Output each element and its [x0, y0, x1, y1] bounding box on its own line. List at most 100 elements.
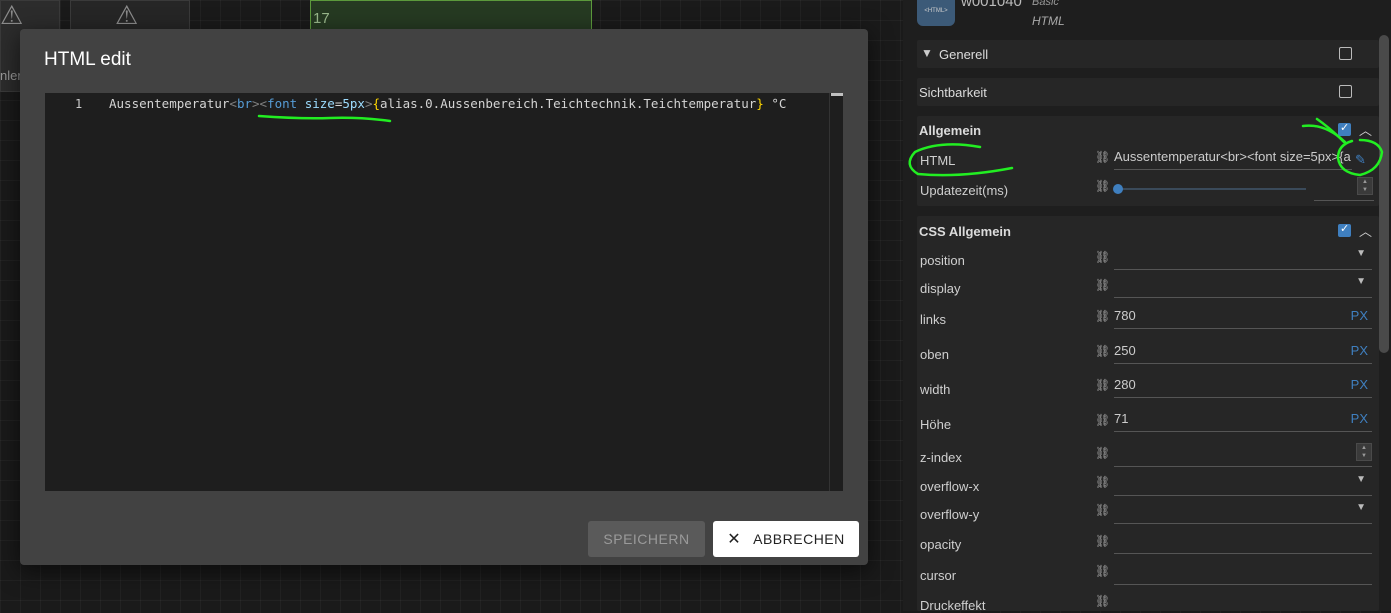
overflow-y-select[interactable]: ▼: [1114, 500, 1372, 524]
link-icon[interactable]: ⛓: [1095, 475, 1110, 489]
link-icon[interactable]: ⛓: [1095, 179, 1110, 193]
canvas-widget-label: nler: [0, 68, 22, 83]
css-row-druckeffekt: Druckeffekt ⛓: [919, 590, 1379, 613]
group-title-generell: Generell: [939, 47, 989, 62]
caret-down-icon: ▼: [1356, 248, 1366, 259]
group-title-allgemein: Allgemein: [919, 123, 982, 138]
code-tag: font: [267, 96, 298, 111]
link-icon[interactable]: ⛓: [1095, 378, 1110, 392]
html-widget-icon: <HTML>: [917, 0, 955, 26]
editor-scrollbar[interactable]: [829, 93, 843, 491]
css-label: position: [920, 253, 965, 268]
css-label: Höhe: [920, 417, 952, 432]
css-label: oben: [920, 347, 949, 362]
update-label: Updatezeit(ms): [920, 183, 1009, 198]
group-title-css-allgemein: CSS Allgemein: [919, 224, 1011, 239]
caret-down-icon: ▼: [1356, 502, 1366, 513]
group-generell[interactable]: ▼ Generell: [917, 40, 1379, 68]
code-brace: {: [372, 96, 380, 111]
unit-px[interactable]: PX: [1351, 308, 1368, 323]
group-sichtbarkeit[interactable]: Sichtbarkeit: [917, 78, 1379, 106]
sichtbarkeit-checkbox[interactable]: [1339, 85, 1352, 98]
css-label: overflow-x: [920, 479, 980, 494]
save-button[interactable]: SPEICHERN: [588, 521, 705, 557]
z-index-stepper[interactable]: ▲ ▼: [1356, 443, 1372, 461]
oben-value: 250: [1114, 343, 1136, 358]
unit-px[interactable]: PX: [1351, 343, 1368, 358]
update-slider-thumb[interactable]: [1113, 184, 1123, 194]
group-title-sichtbarkeit: Sichtbarkeit: [919, 85, 987, 100]
code-bracket: >: [252, 96, 260, 111]
line-number: 1: [75, 97, 83, 111]
code-attr: size: [304, 96, 335, 111]
width-input[interactable]: 280 PX: [1114, 374, 1372, 398]
html-label: HTML: [920, 153, 956, 168]
code-bracket: <: [259, 96, 268, 111]
css-label: z-index: [920, 450, 962, 465]
allgemein-checkbox[interactable]: [1338, 121, 1351, 136]
code-line[interactable]: Aussentemperatur<br><font size=5px>{alia…: [109, 96, 786, 111]
html-edit-dialog: HTML edit 1 Aussentemperatur<br><font si…: [20, 29, 868, 565]
link-icon[interactable]: ⛓: [1095, 446, 1110, 460]
css-label: display: [920, 281, 961, 296]
display-select[interactable]: ▼: [1114, 274, 1372, 298]
link-icon[interactable]: ⛓: [1095, 278, 1110, 292]
dialog-title: HTML edit: [44, 49, 131, 70]
chevron-up-icon[interactable]: ︿: [1359, 120, 1372, 139]
link-icon[interactable]: ⛓: [1095, 413, 1110, 427]
unit-px[interactable]: PX: [1351, 377, 1368, 392]
css-label: opacity: [920, 537, 962, 552]
link-icon[interactable]: ⛓: [1095, 309, 1110, 323]
css-row-overflow-x: overflow-x ⛓ ▼: [919, 472, 1379, 500]
link-icon[interactable]: ⛓: [1095, 594, 1110, 608]
css-row-overflow-y: overflow-y ⛓ ▼: [919, 500, 1379, 528]
html-field[interactable]: Aussentemperatur<br><font size=5px>{a: [1114, 146, 1352, 170]
chevron-up-icon[interactable]: ︿: [1359, 221, 1372, 240]
oben-input[interactable]: 250 PX: [1114, 340, 1372, 364]
css-label: cursor: [920, 568, 957, 583]
code-tag: br: [236, 96, 253, 111]
z-index-input[interactable]: ▲ ▼: [1114, 443, 1372, 467]
css-row-z-index: z-index ⛓ ▲ ▼: [919, 443, 1379, 471]
update-input-underline: [1314, 200, 1374, 201]
widget-set: Basic: [1032, 0, 1059, 8]
code-text: Aussentemperatur: [109, 96, 230, 111]
code-attr-value: 5px: [342, 96, 365, 111]
update-stepper[interactable]: ▲ ▼: [1357, 177, 1373, 195]
position-select[interactable]: ▼: [1114, 246, 1372, 270]
code-brace: }: [756, 96, 764, 111]
close-icon: ✕: [727, 531, 742, 548]
css-row-opacity: opacity ⛓: [919, 530, 1379, 558]
css-row-hoehe: Höhe ⛓ 71 PX: [919, 408, 1379, 436]
overflow-x-select[interactable]: ▼: [1114, 472, 1372, 496]
opacity-input[interactable]: [1114, 530, 1372, 554]
widget-type: HTML: [1032, 14, 1065, 28]
edit-pencil-icon[interactable]: ✎: [1355, 152, 1366, 168]
unit-px[interactable]: PX: [1351, 411, 1368, 426]
code-editor[interactable]: 1 Aussentemperatur<br><font size=5px>{al…: [45, 93, 843, 491]
editor-scroll-thumb[interactable]: [831, 93, 843, 96]
widget-id: w001040: [961, 0, 1022, 10]
panel-scrollbar[interactable]: [1379, 35, 1389, 353]
css-allgemein-checkbox[interactable]: [1338, 222, 1351, 237]
html-row: HTML ⛓ Aussentemperatur<br><font size=5p…: [919, 146, 1379, 174]
generell-checkbox[interactable]: [1339, 47, 1352, 60]
css-row-oben: oben ⛓ 250 PX: [919, 340, 1379, 368]
caret-down-icon: ▼: [1356, 276, 1366, 287]
filter-icon: ▼: [921, 46, 933, 60]
link-icon[interactable]: ⛓: [1095, 344, 1110, 358]
link-icon[interactable]: ⛓: [1095, 564, 1110, 578]
link-icon[interactable]: ⛓: [1095, 250, 1110, 264]
links-input[interactable]: 780 PX: [1114, 305, 1372, 329]
update-slider-track[interactable]: [1118, 188, 1306, 190]
css-row-links: links ⛓ 780 PX: [919, 305, 1379, 333]
css-row-position: position ⛓ ▼: [919, 246, 1379, 274]
cursor-input[interactable]: [1114, 561, 1372, 585]
cancel-button[interactable]: ✕ ABBRECHEN: [713, 521, 859, 557]
link-icon[interactable]: ⛓: [1095, 150, 1110, 164]
link-icon[interactable]: ⛓: [1095, 503, 1110, 517]
electrical-warning-icon: ⚠: [0, 0, 24, 30]
link-icon[interactable]: ⛓: [1095, 534, 1110, 548]
css-row-cursor: cursor ⛓: [919, 561, 1379, 589]
hoehe-input[interactable]: 71 PX: [1114, 408, 1372, 432]
